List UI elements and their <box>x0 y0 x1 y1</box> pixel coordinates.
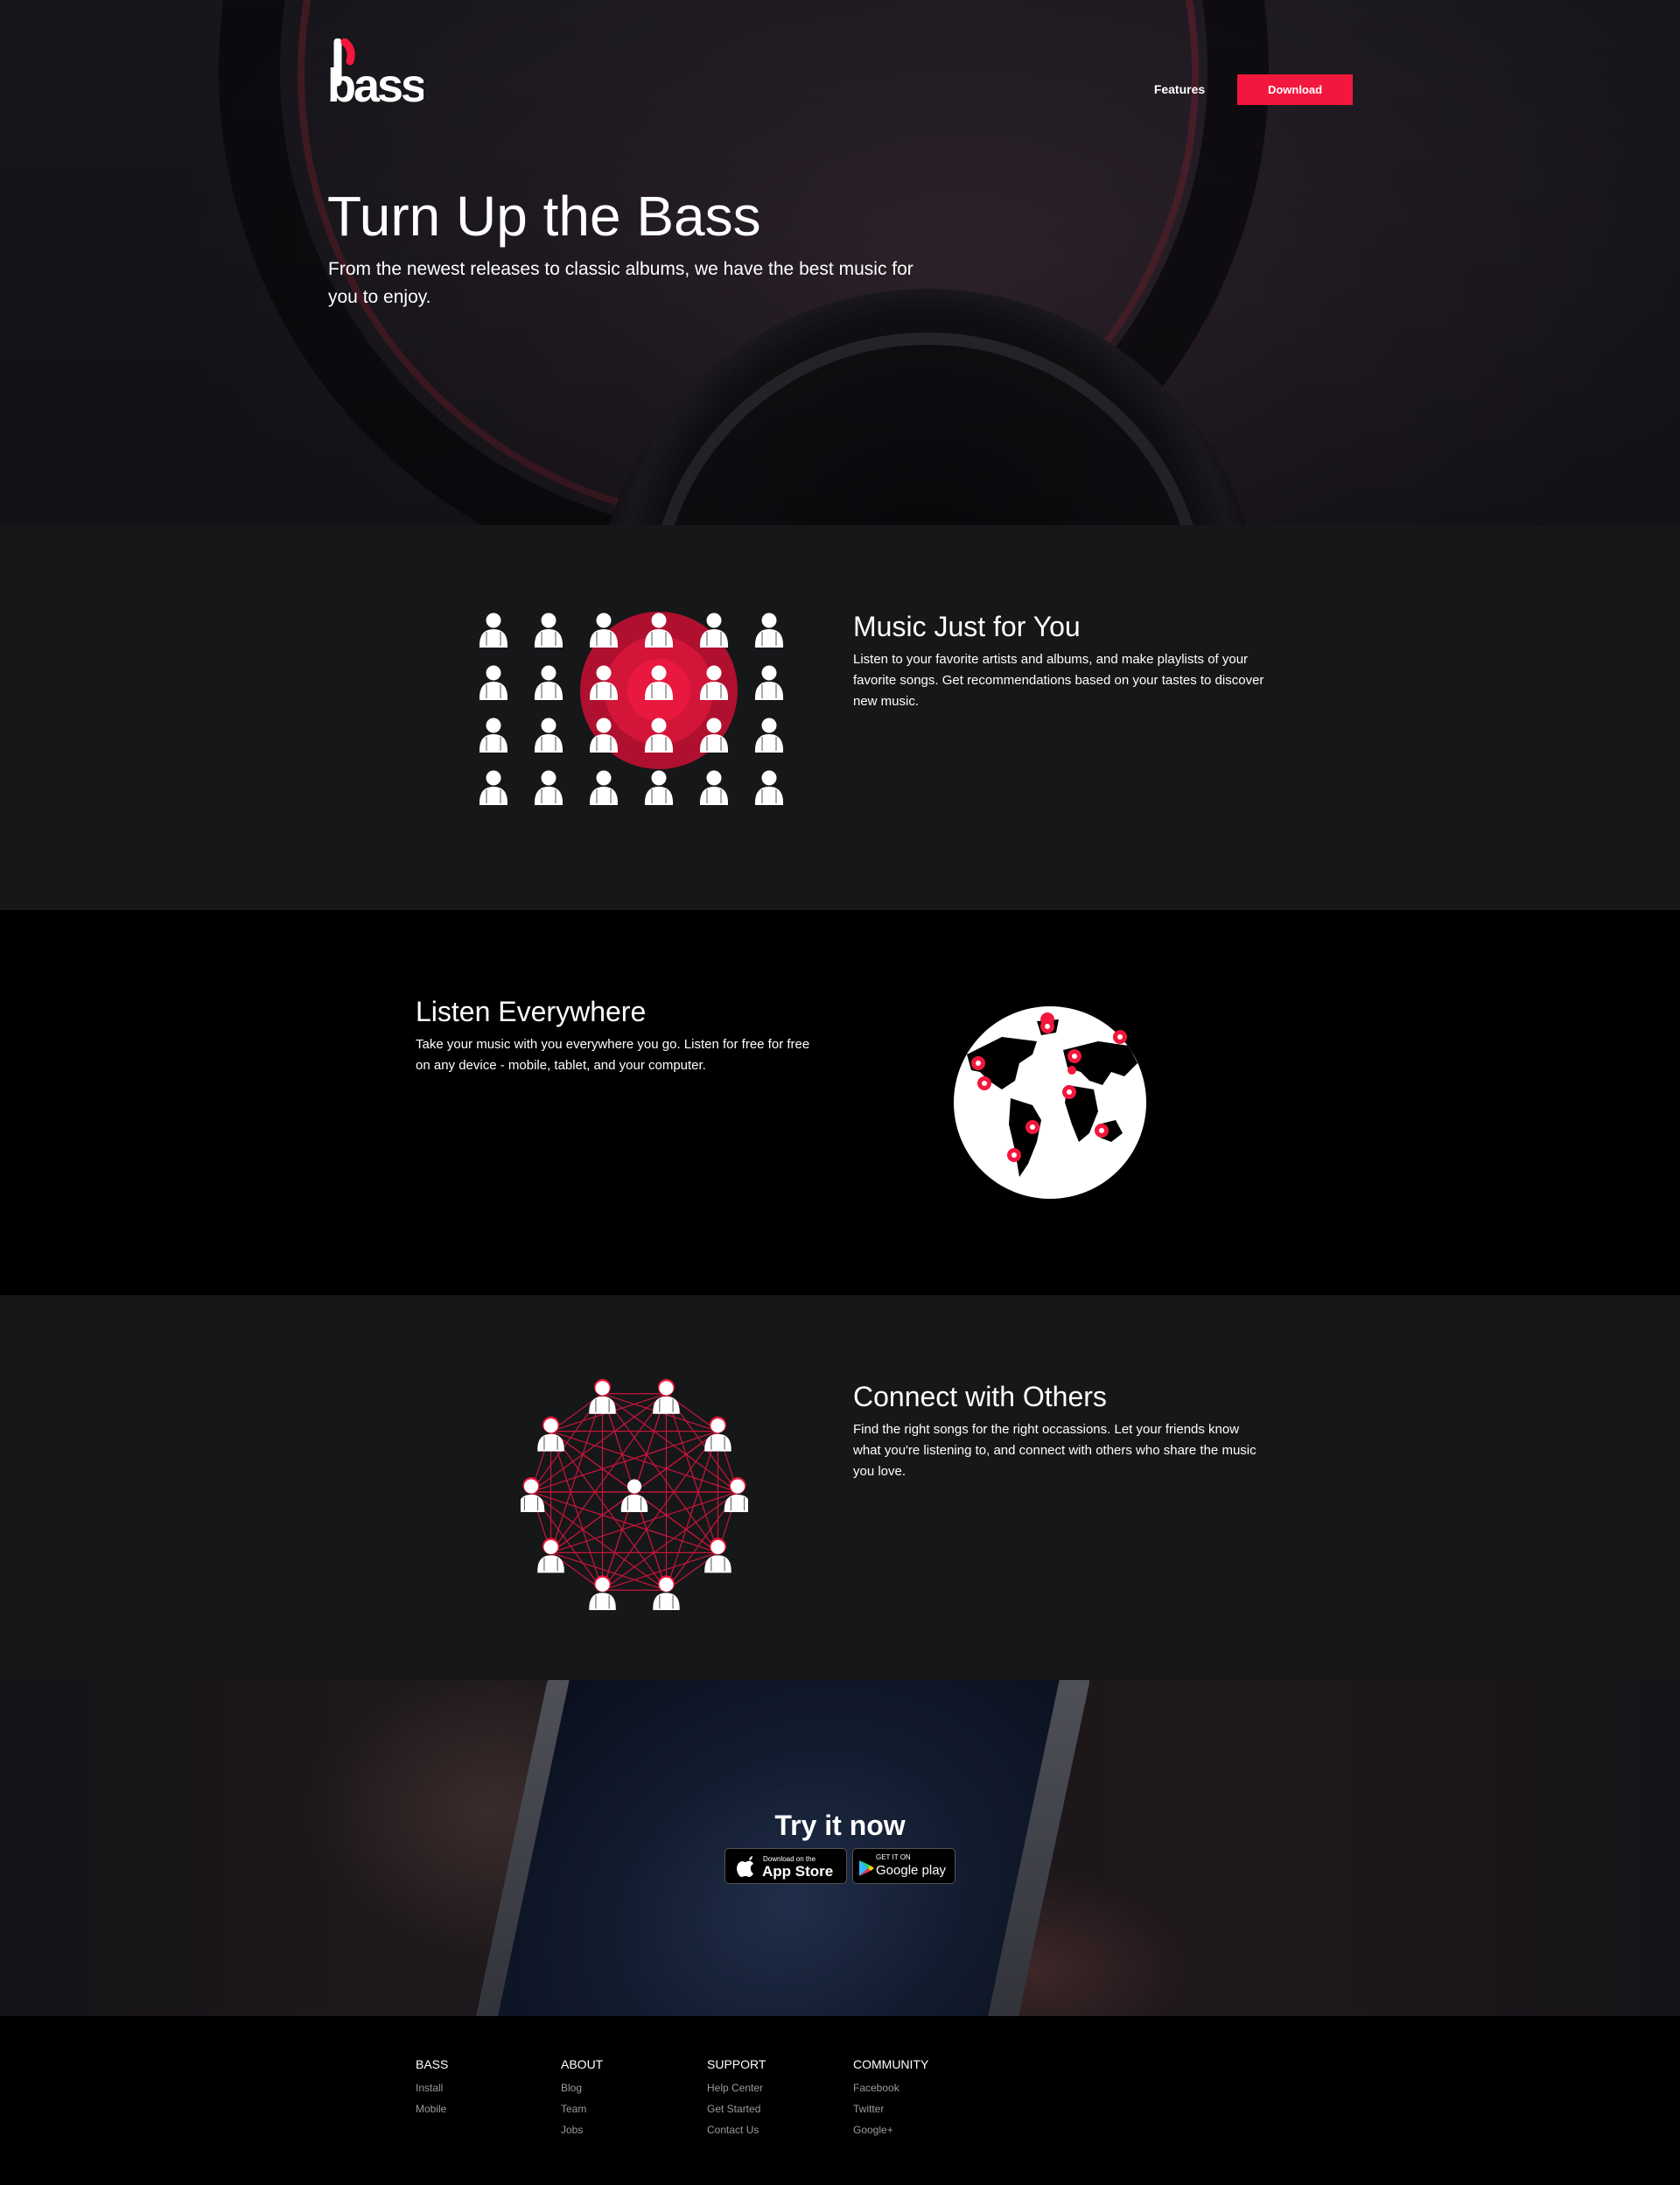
footer-link-team[interactable]: Team <box>561 2098 701 2119</box>
footer-link-jobs[interactable]: Jobs <box>561 2119 701 2140</box>
footer-heading: SUPPORT <box>707 2057 766 2071</box>
person-icon <box>534 718 564 753</box>
try-title: Try it now <box>774 1810 906 1841</box>
person-icon <box>534 770 564 805</box>
footer-heading: BASS <box>416 2057 449 2071</box>
google-play-button[interactable]: GET IT ON Google play <box>852 1848 956 1884</box>
hero-subtitle: From the newest releases to classic albu… <box>328 259 914 307</box>
hero-title: Turn Up the Bass <box>327 185 761 248</box>
footer-link-facebook[interactable]: Facebook <box>853 2077 993 2098</box>
svg-text:bass: bass <box>327 60 424 107</box>
try-it-now-section: Try it now Download on the App Store GET… <box>0 1680 1680 2016</box>
feature-text: Listen to your favorite artists and albu… <box>853 652 1264 709</box>
apple-icon <box>737 1856 753 1877</box>
footer-column-community: COMMUNITY Facebook Twitter Google+ <box>853 2055 993 2140</box>
person-icon <box>479 613 508 648</box>
feature-music-for-you: Music Just for You Listen to your favori… <box>0 525 1680 910</box>
person-icon <box>534 613 564 648</box>
nav-features-link[interactable]: Features <box>1138 79 1222 100</box>
bass-logo[interactable]: bass <box>327 39 424 107</box>
footer-heading: COMMUNITY <box>853 2057 929 2071</box>
footer-link-install[interactable]: Install <box>416 2077 556 2098</box>
person-icon <box>754 665 784 700</box>
google-play-icon <box>859 1860 874 1876</box>
person-icon <box>754 770 784 805</box>
app-store-button[interactable]: Download on the App Store <box>724 1848 847 1884</box>
person-icon <box>644 770 674 805</box>
footer-link-contact-us[interactable]: Contact Us <box>707 2119 847 2140</box>
feature-connect-with-others: Connect with Others Find the right songs… <box>0 1295 1680 1680</box>
download-button[interactable]: Download <box>1237 74 1353 105</box>
footer-link-google-plus[interactable]: Google+ <box>853 2119 993 2140</box>
person-icon <box>589 1575 616 1610</box>
person-icon <box>653 1575 680 1610</box>
person-icon <box>479 718 508 753</box>
person-icon <box>479 665 508 700</box>
feature-title: Music Just for You <box>853 611 1081 642</box>
feature-text: Take your music with you everywhere you … <box>416 1037 810 1073</box>
person-icon <box>589 770 619 805</box>
footer-column-bass: BASS Install Mobile <box>416 2055 556 2119</box>
feature-title: Listen Everywhere <box>416 996 647 1027</box>
people-grid-target-icon <box>479 612 784 805</box>
footer-column-support: SUPPORT Help Center Get Started Contact … <box>707 2055 847 2140</box>
globe-pins-icon <box>954 1006 1146 1199</box>
person-icon <box>620 1479 648 1512</box>
hero-section: bass Features Download Turn Up the Bass … <box>0 0 1680 525</box>
footer: BASS Install Mobile ABOUT Blog Team Jobs… <box>0 2016 1680 2185</box>
footer-link-get-started[interactable]: Get Started <box>707 2098 847 2119</box>
footer-column-about: ABOUT Blog Team Jobs <box>561 2055 701 2140</box>
footer-heading: ABOUT <box>561 2057 604 2071</box>
footer-link-help-center[interactable]: Help Center <box>707 2077 847 2098</box>
footer-link-mobile[interactable]: Mobile <box>416 2098 556 2119</box>
people-network-icon <box>521 1378 748 1610</box>
feature-listen-everywhere: Listen Everywhere Take your music with y… <box>0 910 1680 1295</box>
person-icon <box>754 718 784 753</box>
footer-link-blog[interactable]: Blog <box>561 2077 701 2098</box>
feature-text: Find the right songs for the right occas… <box>853 1422 1256 1479</box>
person-icon <box>754 613 784 648</box>
feature-title: Connect with Others <box>853 1381 1107 1412</box>
footer-link-twitter[interactable]: Twitter <box>853 2098 993 2119</box>
person-icon <box>699 770 729 805</box>
person-icon <box>534 665 564 700</box>
person-icon <box>479 770 508 805</box>
